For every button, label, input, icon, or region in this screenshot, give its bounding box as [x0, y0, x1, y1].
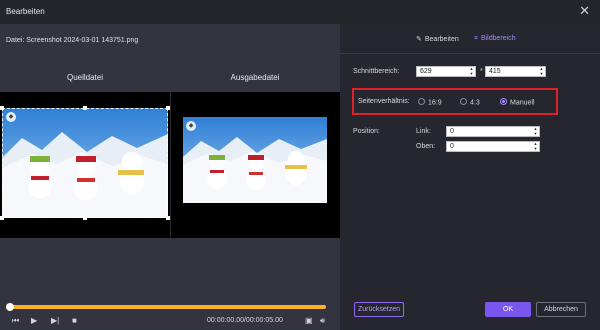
crop-handle-tm[interactable]: [83, 106, 87, 110]
tab-bar: ✎ Bearbeiten ⌗ Bildbereich: [340, 24, 600, 54]
shield-icon: ◆: [186, 121, 196, 131]
position-left-input[interactable]: 0 ▲ ▼: [446, 126, 540, 137]
position-left-value: 0: [450, 128, 454, 135]
cancel-button[interactable]: Abbrechen: [536, 302, 586, 317]
radio-icon: [460, 98, 467, 105]
tab-crop[interactable]: ⌗ Bildbereich: [474, 35, 516, 43]
aspect-ratio-highlight: Seitenverhältnis: 16:9 4:3 Manuell: [352, 88, 558, 115]
play-icon[interactable]: ▶: [31, 316, 37, 326]
spinner-arrows-icon[interactable]: ▲ ▼: [533, 141, 538, 151]
timeline-progress: [8, 305, 326, 309]
aspect-option-4-3[interactable]: 4:3: [460, 98, 480, 107]
aspect-label: Seitenverhältnis:: [358, 98, 410, 105]
output-label: Ausgabedatei: [230, 73, 280, 82]
spinner-arrows-icon[interactable]: ▲ ▼: [539, 66, 544, 76]
crop-width-input[interactable]: 629 ▲ ▼: [416, 66, 476, 77]
settings-pane: ✎ Bearbeiten ⌗ Bildbereich Schnittbereich:…: [340, 24, 600, 330]
timeline-slider[interactable]: [6, 303, 326, 311]
window-title: Bearbeiten: [6, 7, 45, 16]
crop-height-value: 415: [489, 68, 501, 75]
edit-icon: ✎: [416, 36, 422, 43]
crop-handle-bm[interactable]: [83, 216, 87, 220]
preview-area: ◆ ◆: [0, 92, 340, 238]
rewind-icon[interactable]: ⏮: [12, 316, 19, 326]
source-label: Quelldatei: [66, 73, 104, 82]
aspect-option-label: 16:9: [428, 99, 442, 107]
spinner-arrows-icon[interactable]: ▲ ▼: [469, 66, 474, 76]
crop-handle-bl[interactable]: [0, 216, 4, 220]
preview-pane: Datei: Screenshot 2024-03-01 143751.png …: [0, 24, 340, 330]
ok-button[interactable]: OK: [485, 302, 531, 317]
crop-separator: *: [480, 68, 483, 75]
playback-time: 00:00:00.00/00:00:05.00: [207, 317, 283, 324]
close-icon[interactable]: ✕: [579, 4, 590, 18]
tab-crop-label: Bildbereich: [480, 35, 516, 42]
tab-edit-label: Bearbeiten: [424, 36, 459, 43]
position-top-value: 0: [450, 143, 454, 150]
aspect-option-manual[interactable]: Manuell: [500, 98, 535, 107]
position-left-label: Link:: [416, 128, 431, 135]
position-top-label: Oben:: [416, 143, 436, 150]
shield-icon: ◆: [6, 112, 16, 122]
volume-icon[interactable]: 🔊︎: [320, 316, 325, 326]
output-image: [183, 117, 327, 203]
crop-height-input[interactable]: 415 ▲ ▼: [485, 66, 546, 77]
position-top-input[interactable]: 0 ▲ ▼: [446, 141, 540, 152]
tab-edit[interactable]: ✎ Bearbeiten: [416, 35, 459, 43]
radio-icon: [418, 98, 425, 105]
crop-icon: ⌗: [474, 35, 478, 42]
aspect-option-label: 4:3: [470, 99, 480, 107]
crop-label: Schnittbereich:: [353, 68, 400, 75]
crop-handle-tl[interactable]: [0, 106, 4, 110]
crop-width-value: 629: [420, 68, 432, 75]
stop-icon[interactable]: ■: [72, 316, 77, 326]
position-label: Position:: [353, 128, 380, 135]
playback-controls: ⏮ ▶ ▶| ■ 00:00:00.00/00:00:05.00 ▣ 🔊︎: [0, 316, 340, 330]
radio-selected-icon: [500, 98, 507, 105]
preview-divider: [170, 92, 171, 238]
aspect-option-label: Manuell: [510, 99, 535, 107]
timeline-thumb[interactable]: [6, 303, 14, 311]
aspect-option-16-9[interactable]: 16:9: [418, 98, 442, 107]
crop-frame[interactable]: [2, 108, 168, 218]
file-name: Datei: Screenshot 2024-03-01 143751.png: [6, 37, 139, 44]
title-bar: Bearbeiten ✕: [0, 0, 600, 24]
screenshot-icon[interactable]: ▣: [305, 316, 313, 326]
step-icon[interactable]: ▶|: [51, 316, 59, 326]
reset-button[interactable]: Zurücksetzen: [354, 302, 404, 317]
spinner-arrows-icon[interactable]: ▲ ▼: [533, 126, 538, 136]
